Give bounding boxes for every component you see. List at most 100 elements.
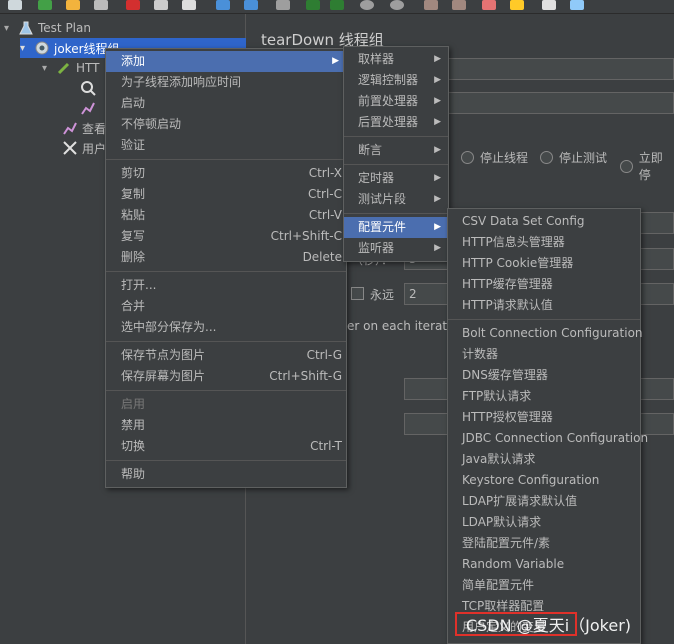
config-element-item[interactable]: LDAP扩展请求默认值	[448, 491, 640, 512]
add-submenu-item[interactable]: 定时器 ▶	[344, 168, 448, 189]
context-menu-item[interactable]: 添加 ▶	[106, 51, 346, 72]
radio-stop-thread[interactable]: 停止线程	[461, 149, 528, 166]
context-menu-item[interactable]: 不停顿启动	[106, 114, 346, 135]
config-element-item[interactable]: Bolt Connection Configuration	[448, 323, 643, 344]
submenu-arrow-icon: ▶	[434, 117, 441, 127]
reset-search-icon[interactable]	[510, 0, 524, 10]
config-element-item[interactable]: HTTP授权管理器	[448, 407, 640, 428]
shutdown-icon[interactable]	[390, 0, 404, 10]
new-icon[interactable]	[8, 0, 22, 10]
tree-node-user[interactable]: 用户	[62, 138, 106, 158]
menu-separator	[344, 164, 448, 165]
context-menu-item[interactable]: 打开...	[106, 275, 346, 296]
function-helper-icon[interactable]	[542, 0, 556, 10]
context-menu-item[interactable]: 复制 Ctrl-C	[106, 184, 346, 205]
context-menu-item[interactable]: 禁用	[106, 415, 346, 436]
radio-circle[interactable]	[540, 151, 553, 164]
config-element-item[interactable]: LDAP默认请求	[448, 512, 640, 533]
clear-all-icon[interactable]	[452, 0, 466, 10]
config-element-item[interactable]: CSV Data Set Config	[448, 211, 640, 232]
menu-item-label: 复写	[121, 229, 146, 243]
context-menu-item[interactable]: 为子线程添加响应时间	[106, 72, 346, 93]
start-no-pause-icon[interactable]	[330, 0, 344, 10]
config-element-item[interactable]: HTTP请求默认值	[448, 295, 640, 316]
add-submenu-item[interactable]: 断言 ▶	[344, 140, 448, 161]
menu-item-label: 禁用	[121, 418, 146, 432]
menu-separator	[106, 460, 346, 461]
tree-node-test-plan[interactable]: ▾ Test Plan	[4, 18, 91, 38]
context-menu-item[interactable]: 保存屏幕为图片 Ctrl+Shift-G	[106, 366, 346, 387]
config-element-item[interactable]: HTTP缓存管理器	[448, 274, 640, 295]
tree-node-child-1[interactable]	[80, 78, 96, 98]
context-menu-item: 启用	[106, 394, 346, 415]
context-menu-item[interactable]: 剪切 Ctrl-X	[106, 163, 346, 184]
config-element-item[interactable]: HTTP信息头管理器	[448, 232, 640, 253]
menu-item-label: 添加	[121, 54, 146, 68]
config-element-item[interactable]: FTP默认请求	[448, 386, 640, 407]
clear-icon[interactable]	[424, 0, 438, 10]
menu-item-label: 选中部分保存为...	[121, 320, 217, 334]
add-submenu-item[interactable]: 取样器 ▶	[344, 49, 448, 70]
config-element-item[interactable]: JDBC Connection Configuration	[448, 428, 648, 449]
menu-item-label: 后置处理器	[358, 115, 419, 129]
context-menu-item[interactable]: 切换 Ctrl-T	[106, 436, 346, 457]
radio-circle[interactable]	[620, 159, 633, 173]
menu-item-label: 保存屏幕为图片	[121, 369, 206, 383]
help-icon[interactable]	[570, 0, 584, 10]
context-menu-item[interactable]: 启动	[106, 93, 346, 114]
add-submenu-item[interactable]: 逻辑控制器 ▶	[344, 70, 448, 91]
collapse-icon[interactable]	[244, 0, 258, 10]
context-menu-item[interactable]: 验证	[106, 135, 346, 156]
tree-node-view[interactable]: 查看	[62, 118, 106, 138]
stop-icon[interactable]	[360, 0, 374, 10]
open-icon[interactable]	[66, 0, 80, 10]
menu-item-label: 启用	[121, 397, 146, 411]
config-element-item[interactable]: Random Variable	[448, 554, 640, 575]
config-element-item[interactable]: Keystore Configuration	[448, 470, 640, 491]
config-element-item[interactable]: DNS缓存管理器	[448, 365, 640, 386]
menu-item-label: 复制	[121, 187, 146, 201]
add-submenu: 取样器 ▶ 逻辑控制器 ▶ 前置处理器 ▶ 后置处理器 ▶ 断言 ▶ 定时器 ▶ 测试片段 ▶ 配置元件 ▶ 监…	[343, 46, 449, 262]
config-element-item[interactable]: 登陆配置元件/素	[448, 533, 640, 554]
add-submenu-item[interactable]: 测试片段 ▶	[344, 189, 448, 210]
add-submenu-item[interactable]: 后置处理器 ▶	[344, 112, 448, 133]
config-element-item[interactable]: 简单配置元件	[448, 575, 640, 596]
add-submenu-item[interactable]: 前置处理器 ▶	[344, 91, 448, 112]
tree-node-child-2[interactable]	[80, 98, 96, 118]
toggle-icon[interactable]	[276, 0, 290, 10]
context-menu-item[interactable]: 合并	[106, 296, 346, 317]
save-icon[interactable]	[94, 0, 108, 10]
radio-stop-test[interactable]: 停止测试	[540, 149, 607, 166]
collapse-arrow-icon[interactable]: ▾	[4, 23, 14, 34]
menu-item-label: 粘贴	[121, 208, 146, 222]
collapse-arrow-icon[interactable]: ▾	[20, 43, 30, 54]
config-element-item[interactable]: HTTP Cookie管理器	[448, 253, 640, 274]
context-menu-item[interactable]: 保存节点为图片 Ctrl-G	[106, 345, 346, 366]
context-menu-item[interactable]: 复写 Ctrl+Shift-C	[106, 226, 346, 247]
context-menu-item[interactable]: 帮助	[106, 464, 346, 485]
submenu-arrow-icon: ▶	[434, 75, 441, 85]
submenu-arrow-icon: ▶	[434, 243, 441, 253]
config-element-item[interactable]: Java默认请求	[448, 449, 640, 470]
start-icon[interactable]	[306, 0, 320, 10]
tree-node-http[interactable]: ▾ HTT	[42, 58, 99, 78]
add-submenu-item[interactable]: 配置元件 ▶	[344, 217, 448, 238]
radio-circle[interactable]	[461, 151, 474, 164]
menu-separator	[448, 319, 640, 320]
tree-label: 查看	[82, 121, 107, 136]
menu-separator	[106, 271, 346, 272]
context-menu-item[interactable]: 删除 Delete	[106, 247, 346, 268]
add-submenu-item[interactable]: 监听器 ▶	[344, 238, 448, 259]
paste-icon[interactable]	[182, 0, 196, 10]
copy-icon[interactable]	[154, 0, 168, 10]
templates-icon[interactable]	[38, 0, 52, 10]
collapse-arrow-icon[interactable]: ▾	[42, 63, 52, 74]
context-menu-item[interactable]: 粘贴 Ctrl-V	[106, 205, 346, 226]
expand-icon[interactable]	[216, 0, 230, 10]
cut-icon[interactable]	[126, 0, 140, 10]
context-menu-item[interactable]: 选中部分保存为...	[106, 317, 346, 338]
search-icon[interactable]	[482, 0, 496, 10]
radio-stop-now[interactable]: 立即停	[620, 149, 674, 183]
config-element-item[interactable]: 计数器	[448, 344, 640, 365]
forever-checkbox[interactable]	[351, 287, 364, 300]
